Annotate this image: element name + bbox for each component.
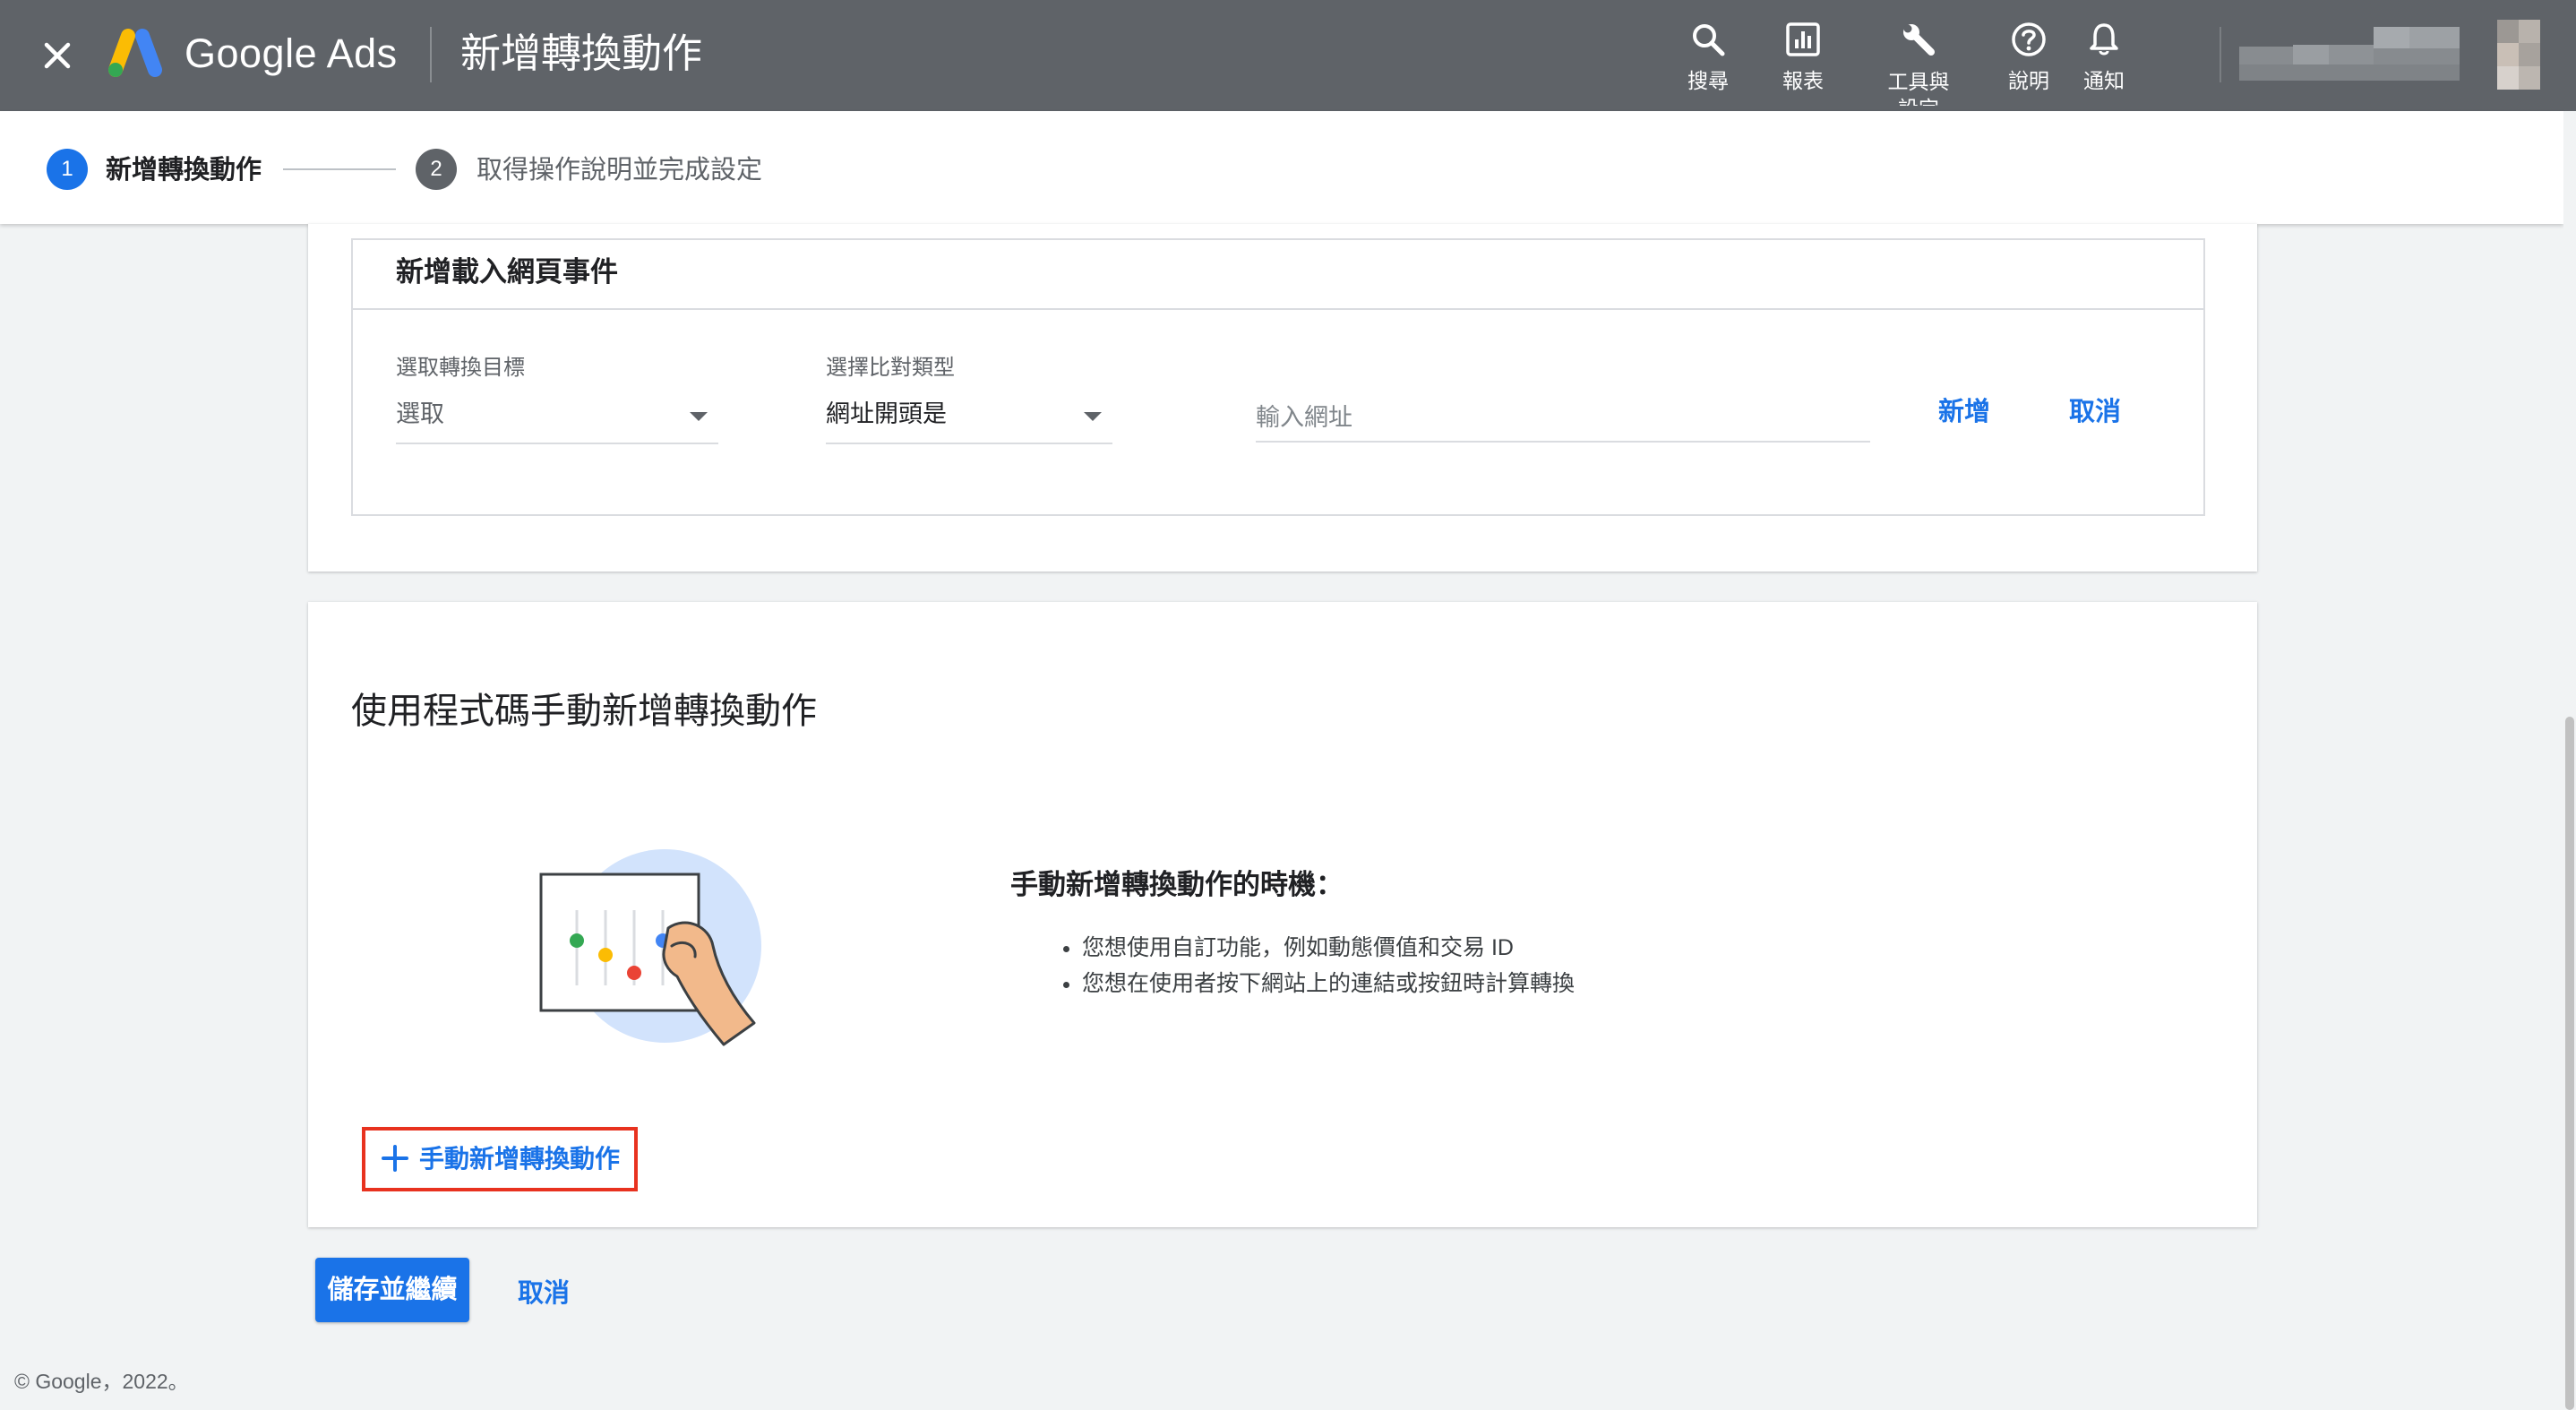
progress-stepper xyxy=(0,111,2563,224)
caret-down-icon xyxy=(690,412,708,421)
google-ads-logo[interactable] xyxy=(106,27,165,81)
bell-icon xyxy=(2090,23,2118,56)
brand-name: Google Ads xyxy=(185,30,398,76)
caret-down-icon xyxy=(1084,412,1102,421)
conversion-goal-dropdown[interactable]: 選取 xyxy=(396,392,718,444)
notifications-label: 通知 xyxy=(2083,69,2125,92)
page-load-event-title: 新增載入網頁事件 xyxy=(396,256,618,288)
step-2-number: 2 xyxy=(416,149,457,190)
copyright-text: © Google，2022。 xyxy=(14,1370,189,1393)
page-load-event-panel xyxy=(351,238,2205,516)
search-button[interactable]: 搜尋 xyxy=(1687,20,1729,93)
avatar[interactable] xyxy=(2497,20,2540,90)
cancel-button[interactable]: 取消 xyxy=(518,1276,570,1311)
stepper-connector xyxy=(283,168,396,170)
match-type-value: 網址開頭是 xyxy=(826,400,947,427)
help-button[interactable]: 說明 xyxy=(2008,20,2049,93)
when-to-add-list: 您想使用自訂功能，例如動態價值和交易 ID 您想在使用者按下網站上的連結或按鈕時… xyxy=(1057,930,1575,1002)
when-to-add-heading: 手動新增轉換動作的時機： xyxy=(1010,869,1344,900)
manual-add-label: 手動新增轉換動作 xyxy=(419,1145,621,1173)
reports-label: 報表 xyxy=(1782,69,1824,92)
account-divider xyxy=(2220,27,2221,82)
reports-button[interactable]: 報表 xyxy=(1782,20,1824,93)
url-input[interactable] xyxy=(1256,394,1870,443)
save-and-continue-button[interactable]: 儲存並繼續 xyxy=(315,1258,469,1322)
list-item: 您想使用自訂功能，例如動態價值和交易 ID xyxy=(1082,930,1575,966)
list-item: 您想在使用者按下網站上的連結或按鈕時計算轉換 xyxy=(1082,966,1575,1002)
scrollbar-thumb[interactable] xyxy=(2565,717,2574,1410)
title-divider xyxy=(430,27,432,82)
conversion-goal-label: 選取轉換目標 xyxy=(396,356,525,380)
close-icon[interactable] xyxy=(36,34,79,77)
top-app-bar: Google Ads 新增轉換動作 搜尋 報表 工具與設定 xyxy=(0,0,2576,111)
account-info-redacted[interactable] xyxy=(2239,27,2460,84)
add-event-button[interactable]: 新增 xyxy=(1938,394,1990,430)
tools-settings-button[interactable]: 工具與設定 xyxy=(1883,20,1954,106)
plus-icon xyxy=(382,1145,408,1172)
bar-chart-icon xyxy=(1786,22,1820,56)
match-type-label: 選擇比對類型 xyxy=(826,356,955,380)
cancel-event-button[interactable]: 取消 xyxy=(2069,394,2121,430)
tools-settings-label: 工具與設定 xyxy=(1887,70,1950,106)
search-icon xyxy=(1693,24,1725,56)
manual-section-title: 使用程式碼手動新增轉換動作 xyxy=(351,692,817,731)
page-title: 新增轉換動作 xyxy=(460,30,703,76)
manual-add-conversion-button[interactable]: 手動新增轉換動作 xyxy=(362,1127,638,1191)
manual-setup-illustration xyxy=(534,846,767,1052)
conversion-goal-value: 選取 xyxy=(396,400,444,427)
search-label: 搜尋 xyxy=(1687,69,1729,92)
wrench-icon xyxy=(1903,24,1935,56)
step-2-label: 取得操作說明並完成設定 xyxy=(477,156,763,185)
notifications-button[interactable]: 通知 xyxy=(2083,20,2125,93)
match-type-dropdown[interactable]: 網址開頭是 xyxy=(826,392,1112,444)
help-label: 說明 xyxy=(2008,69,2049,92)
help-circle-icon xyxy=(2012,22,2046,56)
step-1-label: 新增轉換動作 xyxy=(106,156,262,185)
step-1-number: 1 xyxy=(47,149,88,190)
panel-divider xyxy=(353,308,2203,310)
